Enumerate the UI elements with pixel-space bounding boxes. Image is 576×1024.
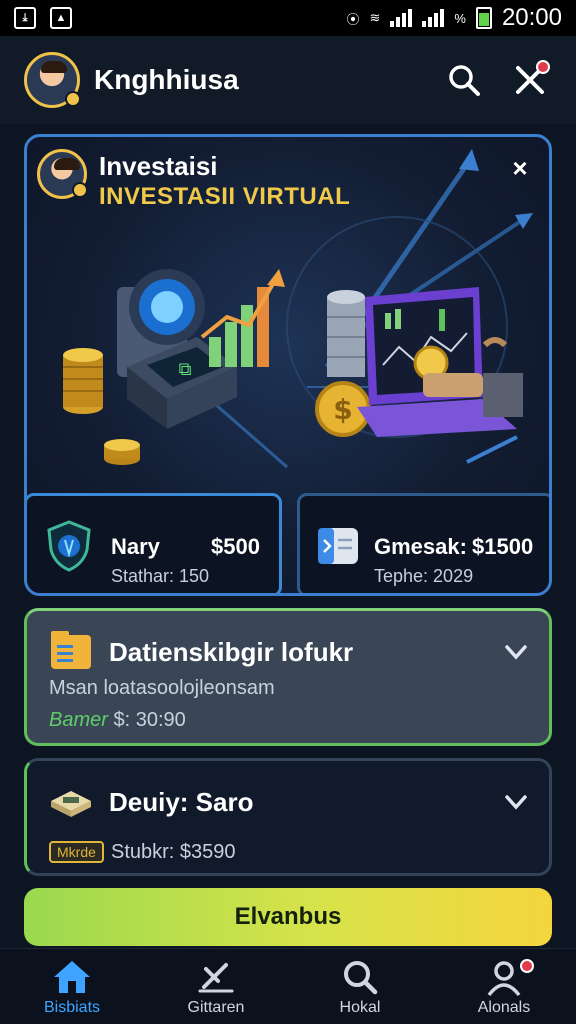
item-tag: Bamer	[49, 709, 108, 731]
status-time: 20:00	[501, 4, 562, 31]
stat-name: Nary	[111, 534, 160, 559]
tools-button[interactable]	[508, 58, 552, 102]
item-amount: Stubkr: $3590	[111, 841, 236, 863]
folder-icon	[51, 631, 91, 669]
nav-item-search[interactable]: Hokal	[300, 951, 420, 1023]
page-title: Knghhiusa	[94, 64, 239, 95]
list-item[interactable]: Deuiy: Saro Mkrde Stubkr: $3590	[24, 758, 552, 876]
item-title: Datienskibgir lofukr	[109, 637, 354, 667]
primary-action-button[interactable]: Elvanbus	[24, 888, 552, 946]
avatar[interactable]	[24, 52, 81, 108]
stat-card-left[interactable]: Nary $500 Stathar: 150	[27, 493, 282, 593]
profile-icon	[487, 960, 521, 996]
nav-item-home[interactable]: Bisbiats	[12, 951, 132, 1023]
stat-sub: Stathar: 150	[111, 566, 210, 586]
hero-title: Investaisi	[99, 151, 218, 181]
close-button[interactable]: ×	[505, 153, 535, 183]
nav-item-profile[interactable]: Alonals	[444, 951, 564, 1023]
battery-percent: %	[454, 10, 466, 26]
signal-icon-2	[422, 9, 445, 27]
svg-text:$: $	[333, 393, 352, 426]
app-header: Knghhiusa	[0, 36, 576, 124]
avatar-badge	[72, 182, 88, 198]
item-description: Msan loatasoolojleonsam	[49, 677, 275, 699]
hero-subtitle: INVESTASII VIRTUAL	[99, 183, 351, 210]
status-badge: Mkrde	[49, 841, 104, 863]
search-button[interactable]	[442, 58, 486, 102]
status-bar: ⤓ ▲ ⦿ ≋ % 20:00	[0, 0, 576, 36]
vibrate-icon: ⦿	[346, 11, 360, 27]
download-notification-icon: ⤓	[14, 7, 36, 29]
chevron-down-icon[interactable]	[501, 787, 531, 817]
shield-icon	[47, 520, 91, 572]
wifi-icon: ≋	[369, 10, 381, 25]
hero-avatar	[37, 149, 88, 199]
stat-value: $500	[211, 534, 260, 559]
svg-text:⧉: ⧉	[179, 359, 192, 380]
chevron-down-icon[interactable]	[501, 637, 531, 667]
battery-icon	[475, 7, 492, 29]
search-icon	[449, 65, 480, 96]
item-amount: $: 30:90	[113, 709, 186, 731]
nav-item-tools[interactable]: Gittaren	[156, 951, 276, 1023]
stat-name: Gmesak:	[374, 534, 467, 559]
item-meta: Bamer $: 30:90	[49, 709, 186, 732]
stat-sub: Tephe: 2029	[374, 566, 474, 586]
investment-hero-card: ⧉ $ Investaisi INVESTASII VIRTUAL × Nary…	[24, 134, 552, 596]
document-icon	[318, 528, 358, 564]
image-notification-icon: ▲	[50, 7, 72, 29]
notification-dot	[536, 60, 550, 74]
item-title: Deuiy: Saro	[109, 787, 254, 817]
avatar-badge	[65, 91, 81, 107]
signal-icon	[390, 9, 413, 27]
nav-label: Alonals	[477, 998, 531, 1016]
tools-icon	[198, 962, 234, 992]
nav-label: Hokal	[339, 998, 381, 1016]
cash-stack-icon	[51, 791, 91, 817]
notification-dot	[520, 958, 534, 973]
bottom-navigation: Bisbiats Gittaren Hokal Alonals	[0, 948, 576, 1024]
nav-label: Bisbiats	[43, 998, 101, 1016]
search-icon	[344, 960, 378, 994]
home-icon	[54, 960, 90, 993]
stat-card-right[interactable]: Gmesak: $1500 Tephe: 2029	[297, 493, 549, 593]
nav-label: Gittaren	[187, 998, 245, 1016]
stat-value: $1500	[472, 534, 534, 559]
list-item[interactable]: Datienskibgir lofukr Msan loatasoolojleo…	[24, 608, 552, 746]
